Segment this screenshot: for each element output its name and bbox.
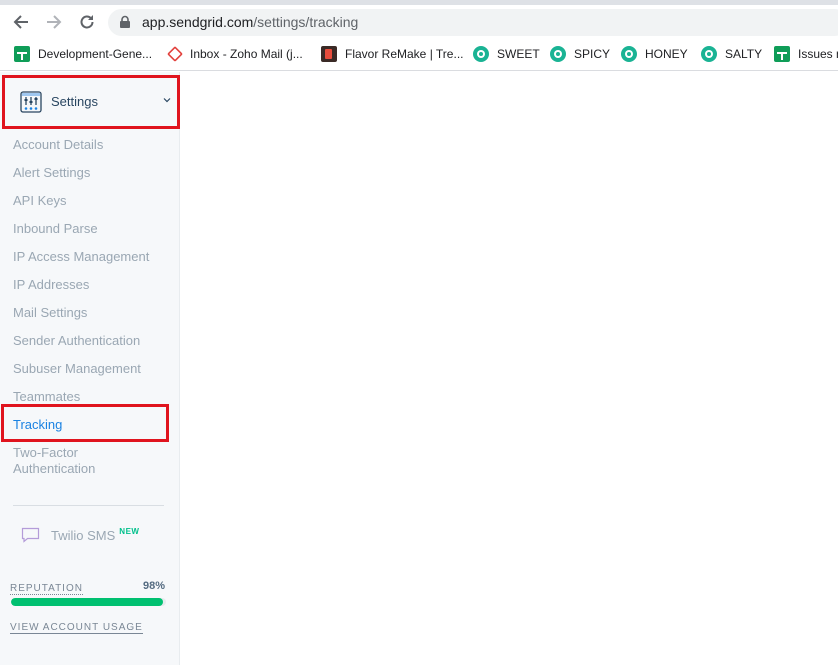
- lock-icon: [120, 15, 130, 28]
- zoho-mail-icon: [167, 46, 183, 62]
- google-sheets-icon: [774, 46, 790, 62]
- sidebar-item-label: Two-Factor: [13, 445, 79, 460]
- sidebar-item-sender-authentication[interactable]: Sender Authentication: [13, 333, 140, 349]
- reputation-bar-fill: [11, 598, 163, 606]
- settings-sliders-icon: [20, 91, 42, 113]
- settings-section-header[interactable]: Settings: [2, 75, 180, 129]
- sidebar-item-two-factor-authentication[interactable]: Two-Factor Authentication: [13, 445, 95, 477]
- sidebar-item-api-keys[interactable]: API Keys: [13, 193, 66, 209]
- flavor-remake-icon: [321, 46, 337, 62]
- bookmark-salty[interactable]: SALTY: [701, 45, 762, 63]
- sidebar-item-account-details[interactable]: Account Details: [13, 137, 103, 153]
- bookmark-label: Development-Gene...: [38, 47, 153, 61]
- bookmarks-bar: Development-Gene... Inbox - Zoho Mail (j…: [0, 38, 838, 71]
- bookmark-flavor-remake[interactable]: Flavor ReMake | Tre...: [321, 45, 463, 63]
- reputation-value: 98%: [143, 580, 166, 592]
- sidebar-divider: [13, 505, 164, 506]
- forward-button[interactable]: [43, 11, 65, 33]
- reload-icon: [80, 15, 94, 29]
- back-button[interactable]: [10, 11, 32, 33]
- teal-circle-icon: [621, 46, 637, 62]
- teal-circle-icon: [550, 46, 566, 62]
- chevron-down-icon[interactable]: [162, 96, 172, 104]
- sidebar-item-teammates[interactable]: Teammates: [13, 389, 80, 405]
- bookmark-zoho-inbox[interactable]: Inbox - Zoho Mail (j...: [167, 45, 303, 63]
- bookmark-spicy[interactable]: SPICY: [550, 45, 610, 63]
- sidebar-item-ip-addresses[interactable]: IP Addresses: [13, 277, 89, 293]
- twilio-sms-link[interactable]: Twilio SMS NEW: [21, 527, 139, 543]
- reload-button[interactable]: [76, 11, 98, 33]
- arrow-left-icon: [13, 15, 28, 29]
- bookmark-development[interactable]: Development-Gene...: [14, 45, 152, 63]
- bookmark-label: SWEET: [497, 47, 540, 61]
- arrow-right-icon: [47, 15, 62, 29]
- google-sheets-icon: [14, 46, 30, 62]
- sidebar-item-subuser-management[interactable]: Subuser Management: [13, 361, 141, 377]
- tracking-highlight-box: [1, 404, 169, 442]
- main-content: [181, 72, 838, 665]
- bookmark-issues[interactable]: Issues n: [774, 45, 838, 63]
- bookmark-sweet[interactable]: SWEET: [473, 45, 540, 63]
- sidebar-item-inbound-parse[interactable]: Inbound Parse: [13, 221, 98, 237]
- url-path: /settings/tracking: [253, 14, 359, 30]
- sidebar-item-mail-settings[interactable]: Mail Settings: [13, 305, 87, 321]
- new-badge: NEW: [119, 526, 140, 536]
- reputation-bar: [11, 598, 166, 606]
- sidebar-item-ip-access-management[interactable]: IP Access Management: [13, 249, 149, 265]
- bookmark-label: HONEY: [645, 47, 688, 61]
- bookmark-honey[interactable]: HONEY: [621, 45, 688, 63]
- bookmark-label: SPICY: [574, 47, 611, 61]
- settings-title: Settings: [51, 94, 98, 109]
- sidebar-item-label-line2: Authentication: [13, 461, 96, 476]
- teal-circle-icon: [473, 46, 489, 62]
- twilio-sms-label: Twilio SMS: [51, 527, 116, 543]
- address-bar[interactable]: app.sendgrid.com/settings/tracking: [108, 9, 838, 36]
- url-host: app.sendgrid.com: [142, 14, 254, 30]
- bookmark-label: Issues n: [798, 47, 838, 61]
- url-text: app.sendgrid.com/settings/tracking: [142, 14, 358, 30]
- bookmark-label: Flavor ReMake | Tre...: [345, 47, 464, 61]
- reputation-label[interactable]: REPUTATION: [10, 583, 83, 595]
- settings-sidebar: Settings Account Details Alert Settings …: [0, 72, 180, 665]
- chat-bubble-icon: [21, 527, 40, 543]
- browser-toolbar: app.sendgrid.com/settings/tracking: [0, 5, 838, 38]
- sidebar-item-alert-settings[interactable]: Alert Settings: [13, 165, 90, 181]
- teal-circle-icon: [701, 46, 717, 62]
- view-account-usage-link[interactable]: VIEW ACCOUNT USAGE: [10, 622, 143, 634]
- bookmark-label: Inbox - Zoho Mail (j...: [190, 47, 303, 61]
- bookmark-label: SALTY: [725, 47, 763, 61]
